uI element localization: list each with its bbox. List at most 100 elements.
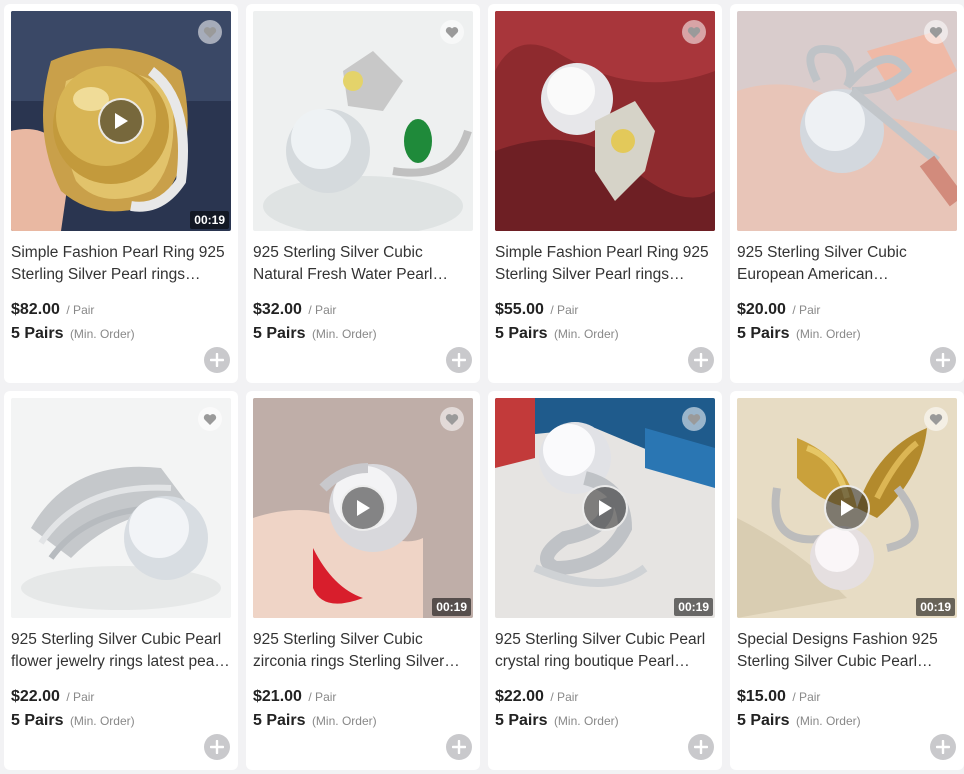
product-image[interactable]: 00:19 (253, 398, 473, 618)
play-video-icon[interactable] (582, 485, 628, 531)
video-duration: 00:19 (674, 598, 713, 616)
min-order: 5 Pairs (Min. Order) (495, 712, 619, 730)
product-card[interactable]: 00:19 925 Sterling Silver Cubic Pearl cr… (488, 391, 722, 770)
product-price: $20.00 / Pair (737, 301, 820, 319)
price-unit: / Pair (550, 303, 579, 317)
min-order: 5 Pairs (Min. Order) (253, 712, 377, 730)
price-amount: $15.00 (737, 688, 786, 705)
play-video-icon[interactable] (98, 98, 144, 144)
product-title[interactable]: 925 Sterling Silver Cubic Pearl flower j… (11, 629, 231, 673)
product-image[interactable] (11, 398, 231, 618)
favorite-heart-icon[interactable] (682, 20, 706, 44)
product-price: $32.00 / Pair (253, 301, 336, 319)
product-price: $21.00 / Pair (253, 688, 336, 706)
min-order-label: (Min. Order) (553, 714, 619, 728)
product-title[interactable]: 925 Sterling Silver Cubic Natural Fresh … (253, 242, 473, 286)
favorite-heart-icon[interactable] (198, 407, 222, 431)
price-unit: / Pair (550, 690, 579, 704)
product-image[interactable]: 00:19 (11, 11, 231, 231)
product-photo (495, 11, 715, 231)
add-plus-icon[interactable] (204, 347, 230, 373)
product-card[interactable]: Simple Fashion Pearl Ring 925 Sterling S… (488, 4, 722, 383)
product-title[interactable]: Special Designs Fashion 925 Sterling Sil… (737, 629, 957, 673)
product-card[interactable]: 925 Sterling Silver Cubic European Ameri… (730, 4, 964, 383)
add-plus-icon[interactable] (688, 347, 714, 373)
favorite-heart-icon[interactable] (924, 20, 948, 44)
min-order: 5 Pairs (Min. Order) (737, 325, 861, 343)
product-photo (11, 398, 231, 618)
favorite-heart-icon[interactable] (682, 407, 706, 431)
product-title[interactable]: Simple Fashion Pearl Ring 925 Sterling S… (11, 242, 231, 286)
video-duration: 00:19 (190, 211, 229, 229)
favorite-heart-icon[interactable] (440, 407, 464, 431)
min-order-label: (Min. Order) (311, 327, 377, 341)
play-video-icon[interactable] (340, 485, 386, 531)
min-order-label: (Min. Order) (795, 327, 861, 341)
min-order-label: (Min. Order) (69, 714, 135, 728)
product-card[interactable]: 925 Sterling Silver Cubic Pearl flower j… (4, 391, 238, 770)
min-order: 5 Pairs (Min. Order) (737, 712, 861, 730)
product-image[interactable] (253, 11, 473, 231)
product-card[interactable]: 00:19 Simple Fashion Pearl Ring 925 Ster… (4, 4, 238, 383)
product-image[interactable]: 00:19 (495, 398, 715, 618)
min-order-quantity: 5 Pairs (495, 325, 548, 342)
min-order-label: (Min. Order) (553, 327, 619, 341)
price-amount: $55.00 (495, 301, 544, 318)
price-amount: $32.00 (253, 301, 302, 318)
favorite-heart-icon[interactable] (924, 407, 948, 431)
product-grid: 00:19 Simple Fashion Pearl Ring 925 Ster… (4, 4, 964, 770)
min-order-quantity: 5 Pairs (253, 325, 306, 342)
favorite-heart-icon[interactable] (198, 20, 222, 44)
price-unit: / Pair (308, 303, 337, 317)
product-image[interactable] (737, 11, 957, 231)
add-plus-icon[interactable] (204, 734, 230, 760)
min-order-quantity: 5 Pairs (737, 325, 790, 342)
product-image[interactable]: 00:19 (737, 398, 957, 618)
favorite-heart-icon[interactable] (440, 20, 464, 44)
min-order-quantity: 5 Pairs (11, 712, 64, 729)
min-order: 5 Pairs (Min. Order) (11, 325, 135, 343)
product-title[interactable]: Simple Fashion Pearl Ring 925 Sterling S… (495, 242, 715, 286)
min-order-quantity: 5 Pairs (11, 325, 64, 342)
video-duration: 00:19 (916, 598, 955, 616)
add-plus-icon[interactable] (446, 347, 472, 373)
min-order-quantity: 5 Pairs (253, 712, 306, 729)
min-order-quantity: 5 Pairs (737, 712, 790, 729)
product-title[interactable]: 925 Sterling Silver Cubic zirconia rings… (253, 629, 473, 673)
price-amount: $20.00 (737, 301, 786, 318)
min-order-label: (Min. Order) (311, 714, 377, 728)
product-price: $82.00 / Pair (11, 301, 94, 319)
min-order: 5 Pairs (Min. Order) (495, 325, 619, 343)
product-price: $22.00 / Pair (11, 688, 94, 706)
product-title[interactable]: 925 Sterling Silver Cubic European Ameri… (737, 242, 957, 286)
price-unit: / Pair (308, 690, 337, 704)
price-unit: / Pair (66, 303, 95, 317)
add-plus-icon[interactable] (930, 734, 956, 760)
price-unit: / Pair (792, 303, 821, 317)
product-image[interactable] (495, 11, 715, 231)
product-photo (253, 11, 473, 231)
min-order-label: (Min. Order) (795, 714, 861, 728)
price-amount: $22.00 (495, 688, 544, 705)
min-order: 5 Pairs (Min. Order) (11, 712, 135, 730)
price-amount: $82.00 (11, 301, 60, 318)
min-order: 5 Pairs (Min. Order) (253, 325, 377, 343)
product-card[interactable]: 00:19 925 Sterling Silver Cubic zirconia… (246, 391, 480, 770)
video-duration: 00:19 (432, 598, 471, 616)
price-amount: $21.00 (253, 688, 302, 705)
product-title[interactable]: 925 Sterling Silver Cubic Pearl crystal … (495, 629, 715, 673)
add-plus-icon[interactable] (930, 347, 956, 373)
price-unit: / Pair (792, 690, 821, 704)
price-amount: $22.00 (11, 688, 60, 705)
product-price: $22.00 / Pair (495, 688, 578, 706)
min-order-quantity: 5 Pairs (495, 712, 548, 729)
add-plus-icon[interactable] (446, 734, 472, 760)
product-card[interactable]: 925 Sterling Silver Cubic Natural Fresh … (246, 4, 480, 383)
min-order-label: (Min. Order) (69, 327, 135, 341)
product-card[interactable]: 00:19 Special Designs Fashion 925 Sterli… (730, 391, 964, 770)
add-plus-icon[interactable] (688, 734, 714, 760)
product-price: $55.00 / Pair (495, 301, 578, 319)
price-unit: / Pair (66, 690, 95, 704)
product-price: $15.00 / Pair (737, 688, 820, 706)
play-video-icon[interactable] (824, 485, 870, 531)
